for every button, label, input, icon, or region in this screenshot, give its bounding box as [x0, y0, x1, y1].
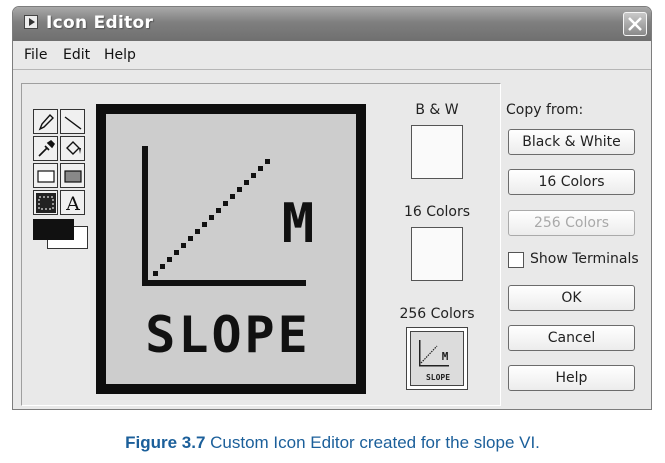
- menu-edit[interactable]: Edit: [63, 47, 90, 63]
- colors256-preview-inner: M SLOPE: [410, 331, 464, 386]
- show-terminals-checkbox[interactable]: [508, 252, 524, 268]
- copy-from-label: Copy from:: [506, 102, 584, 118]
- figure-number: Figure 3.7: [125, 433, 206, 452]
- mini-slope-icon: M SLOPE: [419, 340, 450, 382]
- window-title: Icon Editor: [46, 13, 154, 33]
- close-button[interactable]: [623, 12, 647, 36]
- menu-file[interactable]: File: [24, 47, 47, 63]
- eyedropper-icon: [38, 139, 56, 157]
- bw-label: B & W: [415, 102, 459, 118]
- copy-256-colors-button: 256 Colors: [508, 210, 635, 236]
- tool-filled-rectangle[interactable]: [60, 163, 85, 188]
- tool-select[interactable]: [33, 190, 58, 215]
- canvas-drawing-area[interactable]: M SLOPE: [101, 109, 361, 389]
- fill-bucket-icon: [66, 141, 81, 155]
- svg-text:SLOPE: SLOPE: [426, 373, 450, 382]
- canvas-letter-m: M: [282, 192, 315, 255]
- ok-button[interactable]: OK: [508, 285, 635, 311]
- show-terminals-label[interactable]: Show Terminals: [530, 251, 639, 267]
- canvas-word-slope: SLOPE: [145, 306, 311, 364]
- tool-line[interactable]: [60, 109, 85, 134]
- colors16-label: 16 Colors: [403, 204, 471, 220]
- tool-eyedropper[interactable]: [33, 136, 58, 161]
- pencil-icon: [38, 113, 54, 131]
- menu-bar: File Edit Help: [13, 41, 651, 70]
- copy-16-colors-button[interactable]: 16 Colors: [508, 169, 635, 195]
- cancel-button[interactable]: Cancel: [508, 325, 635, 351]
- filled-rectangle-icon: [64, 170, 82, 183]
- menu-help[interactable]: Help: [104, 47, 136, 63]
- figure-caption: Figure 3.7 Custom Icon Editor created fo…: [0, 433, 665, 453]
- tool-text[interactable]: A: [60, 190, 85, 215]
- select-icon: [36, 193, 56, 213]
- svg-text:M: M: [442, 350, 449, 363]
- icon-canvas[interactable]: M SLOPE: [96, 104, 366, 394]
- line-icon: [64, 116, 82, 130]
- slope-line: [153, 159, 270, 276]
- title-bar[interactable]: Icon Editor: [13, 7, 651, 41]
- colors256-label: 256 Colors: [399, 306, 475, 322]
- close-icon: [628, 17, 642, 31]
- help-button[interactable]: Help: [508, 365, 635, 391]
- foreground-color-swatch[interactable]: [33, 219, 74, 240]
- rectangle-icon: [37, 170, 55, 183]
- tool-fill[interactable]: [60, 136, 85, 161]
- colors256-preview[interactable]: M SLOPE: [406, 327, 468, 390]
- text-icon: A: [65, 193, 80, 213]
- figure-caption-text: Custom Icon Editor created for the slope…: [205, 433, 540, 452]
- tool-pencil[interactable]: [33, 109, 58, 134]
- app-icon: [24, 15, 38, 29]
- copy-black-white-button[interactable]: Black & White: [508, 129, 635, 155]
- slope-icon-drawing: M SLOPE: [142, 146, 315, 364]
- colors16-preview[interactable]: [411, 227, 463, 281]
- svg-text:A: A: [65, 193, 80, 213]
- tool-rectangle[interactable]: [33, 163, 58, 188]
- bw-preview[interactable]: [411, 125, 463, 179]
